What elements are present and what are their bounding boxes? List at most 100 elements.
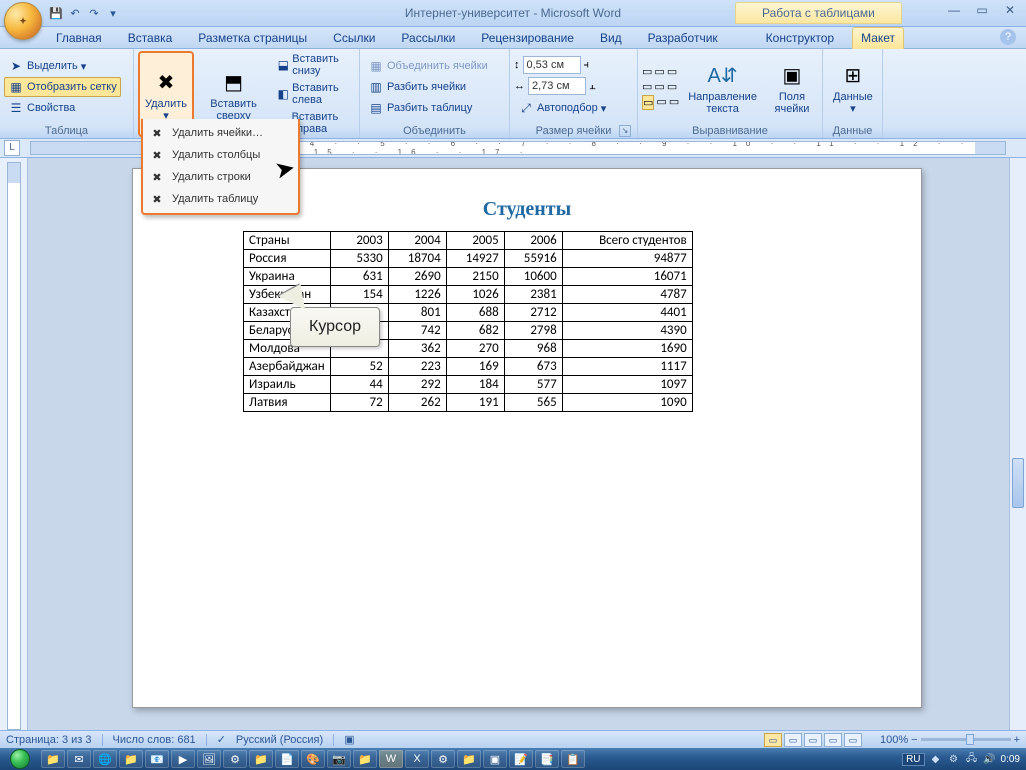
tray-icon[interactable]: ◆ [929,752,943,766]
cell-margins-button[interactable]: ▣Поля ячейки [766,51,818,123]
table-row[interactable]: Израиль442921845771097 [244,376,693,394]
table-cell[interactable]: 1117 [562,358,692,376]
taskbar-item[interactable]: 📷 [327,750,351,768]
table-cell[interactable]: 801 [388,304,446,322]
align-bl-icon[interactable]: ▭ [642,95,654,110]
table-cell[interactable]: 94877 [562,250,692,268]
table-row[interactable]: Узбекистан1541226102623814787 [244,286,693,304]
taskbar-item[interactable]: X [405,750,429,768]
table-cell[interactable]: 682 [446,322,504,340]
split-table-button[interactable]: ▤Разбить таблицу [364,98,492,118]
taskbar-item[interactable]: 📁 [353,750,377,768]
tab-mailings[interactable]: Рассылки [393,28,463,48]
zoom-slider-thumb[interactable] [966,734,974,745]
vertical-ruler[interactable] [0,158,28,730]
taskbar-item[interactable]: 📁 [119,750,143,768]
table-row[interactable]: Латвия722621915651090 [244,394,693,412]
view-draft[interactable]: ▭ [844,733,862,747]
language-indicator[interactable]: RU [902,753,924,766]
table-row[interactable]: Украина631269021501060016071 [244,268,693,286]
table-cell[interactable]: Израиль [244,376,331,394]
table-cell[interactable]: 1097 [562,376,692,394]
view-full-screen[interactable]: ▭ [784,733,802,747]
taskbar-item[interactable]: 📑 [535,750,559,768]
properties-button[interactable]: ☰Свойства [4,98,121,118]
table-cell[interactable]: 631 [330,268,388,286]
taskbar-word-active[interactable]: W [379,750,403,768]
align-mc-icon[interactable]: ▭ [654,80,664,93]
view-outline[interactable]: ▭ [824,733,842,747]
table-cell[interactable]: Азербайджан [244,358,331,376]
tray-volume-icon[interactable]: 🔊 [983,752,997,766]
delete-rows-item[interactable]: ✖Удалить строки [145,166,296,188]
zoom-out-button[interactable]: − [911,734,917,746]
close-button[interactable]: ✕ [1000,3,1020,17]
table-cell[interactable]: 223 [388,358,446,376]
taskbar-item[interactable]: 🎨 [301,750,325,768]
taskbar-item[interactable]: ▣ [483,750,507,768]
delete-cells-item[interactable]: ✖Удалить ячейки… [145,122,296,144]
status-language[interactable]: Русский (Россия) [236,734,323,746]
table-cell[interactable]: 1690 [562,340,692,358]
table-cell[interactable]: 2150 [446,268,504,286]
table-header-cell[interactable]: 2005 [446,232,504,250]
tab-view[interactable]: Вид [592,28,630,48]
tab-home[interactable]: Главная [48,28,110,48]
table-cell[interactable]: 565 [504,394,562,412]
tab-selector[interactable]: L [4,140,20,156]
table-cell[interactable]: 4390 [562,322,692,340]
scrollbar-thumb[interactable] [1012,458,1024,508]
tab-developer[interactable]: Разработчик [640,28,726,48]
show-gridlines-button[interactable]: ▦Отобразить сетку [4,77,121,97]
taskbar-item[interactable]: 📄 [275,750,299,768]
table-cell[interactable]: 44 [330,376,388,394]
taskbar-item[interactable]: 🌐 [93,750,117,768]
table-cell[interactable]: Россия [244,250,331,268]
tab-table-layout[interactable]: Макет [852,27,904,49]
table-header-cell[interactable]: Всего студентов [562,232,692,250]
table-cell[interactable]: 742 [388,322,446,340]
save-icon[interactable]: 💾 [48,5,64,21]
table-cell[interactable]: 362 [388,340,446,358]
tab-table-design[interactable]: Конструктор [758,28,842,48]
table-cell[interactable]: 16071 [562,268,692,286]
table-cell[interactable]: 4401 [562,304,692,322]
select-button[interactable]: ➤Выделить▾ [4,56,121,76]
taskbar-item[interactable]: 📧 [145,750,169,768]
table-cell[interactable]: 52 [330,358,388,376]
tray-network-icon[interactable]: 🖧 [965,752,979,766]
spellcheck-icon[interactable]: ✓ [217,733,226,746]
data-button[interactable]: ⊞Данные▾ [827,51,879,123]
table-header-cell[interactable]: 2003 [330,232,388,250]
split-cells-button[interactable]: ▥Разбить ячейки [364,77,492,97]
table-cell[interactable]: 1090 [562,394,692,412]
autofit-button[interactable]: ⤢Автоподбор ▾ [514,98,610,118]
taskbar-item[interactable]: 📁 [457,750,481,768]
tab-page-layout[interactable]: Разметка страницы [190,28,315,48]
align-ml-icon[interactable]: ▭ [642,80,652,93]
taskbar-item[interactable]: 📝 [509,750,533,768]
delete-table-item[interactable]: ✖Удалить таблицу [145,188,296,210]
table-cell[interactable]: 1026 [446,286,504,304]
table-cell[interactable]: 191 [446,394,504,412]
table-cell[interactable]: 577 [504,376,562,394]
tray-icon[interactable]: ⚙ [947,752,961,766]
start-button[interactable] [0,748,40,770]
col-width-input[interactable]: 2,73 см [528,77,586,95]
table-cell[interactable]: 2381 [504,286,562,304]
table-cell[interactable]: Латвия [244,394,331,412]
distribute-rows-icon[interactable]: ⫞ [584,59,590,72]
zoom-in-button[interactable]: + [1014,734,1020,746]
status-word-count[interactable]: Число слов: 681 [113,734,196,746]
align-tl-icon[interactable]: ▭ [642,65,652,78]
align-br-icon[interactable]: ▭ [669,95,679,110]
merge-cells-button[interactable]: ▦Объединить ячейки [364,56,492,76]
table-cell[interactable]: 2798 [504,322,562,340]
view-print-layout[interactable]: ▭ [764,733,782,747]
row-height-input[interactable]: 0,53 см [523,56,581,74]
taskbar-item[interactable]: 🖼 [197,750,221,768]
table-cell[interactable]: 2690 [388,268,446,286]
table-header-cell[interactable]: 2004 [388,232,446,250]
undo-icon[interactable]: ↶ [67,5,83,21]
table-cell[interactable]: Украина [244,268,331,286]
